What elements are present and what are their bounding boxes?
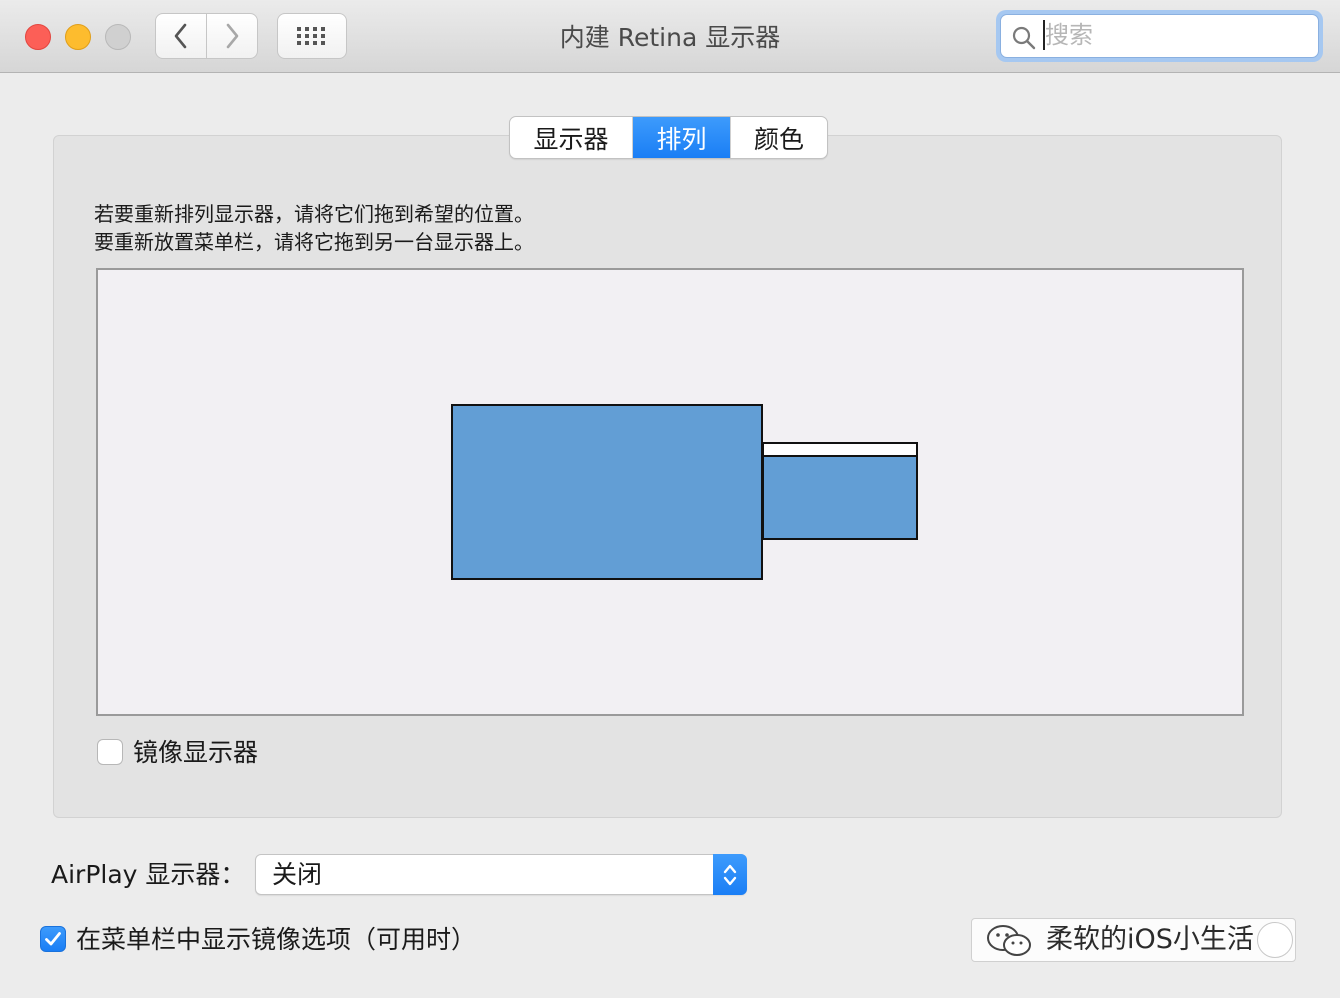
watermark-badge xyxy=(1257,922,1293,958)
tab-arrangement[interactable]: 排列 xyxy=(633,117,731,158)
instruction-line-1: 若要重新排列显示器，请将它们拖到希望的位置。 xyxy=(94,202,534,226)
watermark: 柔软的iOS小生活 xyxy=(971,918,1296,962)
watermark-text: 柔软的iOS小生活 xyxy=(1046,924,1254,955)
search-field xyxy=(996,10,1323,62)
airplay-selected-value: 关闭 xyxy=(272,860,323,889)
checkmark-icon xyxy=(45,932,61,946)
mirror-displays-label: 镜像显示器 xyxy=(133,738,259,767)
show-mirroring-options-checkbox[interactable] xyxy=(40,926,66,952)
airplay-display-label: AirPlay 显示器： xyxy=(51,860,246,889)
up-down-arrows-icon xyxy=(723,864,737,885)
search-icon xyxy=(1012,26,1036,50)
select-stepper[interactable] xyxy=(713,854,747,895)
main-display[interactable] xyxy=(451,404,763,580)
search-input[interactable] xyxy=(1043,20,1305,50)
search-box xyxy=(1000,14,1319,58)
title-bar: 内建 Retina 显示器 xyxy=(0,0,1340,73)
menu-bar-handle[interactable] xyxy=(764,444,916,457)
tab-display[interactable]: 显示器 xyxy=(510,117,633,158)
display-arrangement-area xyxy=(96,268,1244,716)
tab-bar: 显示器 排列 颜色 xyxy=(509,116,828,159)
secondary-display[interactable] xyxy=(762,442,918,540)
mirror-displays-checkbox[interactable] xyxy=(97,739,123,765)
show-mirroring-options-label: 在菜单栏中显示镜像选项（可用时） xyxy=(76,925,477,954)
tab-color[interactable]: 颜色 xyxy=(731,117,827,158)
instruction-line-2: 要重新放置菜单栏，请将它拖到另一台显示器上。 xyxy=(94,230,534,254)
arrangement-instructions: 若要重新排列显示器，请将它们拖到希望的位置。 要重新放置菜单栏，请将它拖到另一台… xyxy=(94,200,534,256)
airplay-display-select[interactable]: 关闭 xyxy=(255,854,747,895)
wechat-icon xyxy=(987,925,1031,956)
